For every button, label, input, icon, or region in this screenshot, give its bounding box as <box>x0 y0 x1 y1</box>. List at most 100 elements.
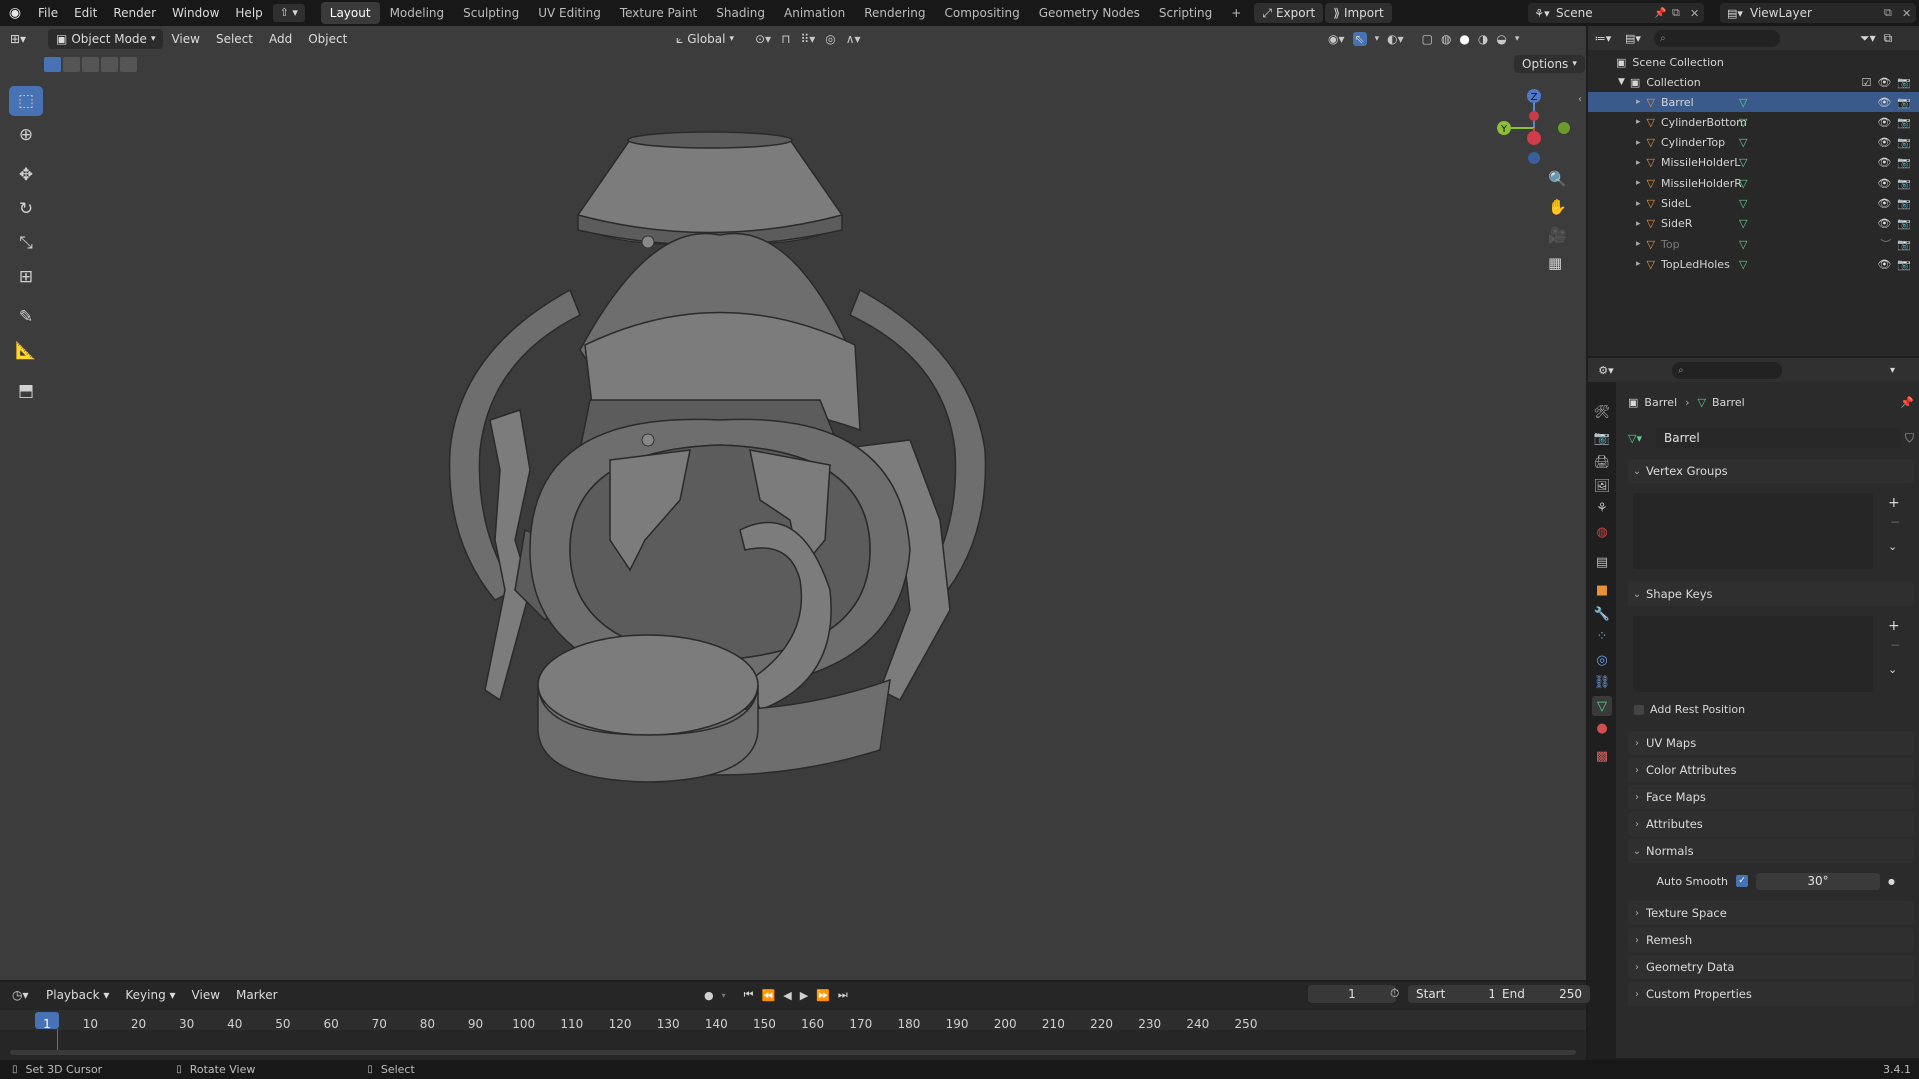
view-layer-tab-icon[interactable]: 🖼 <box>1592 476 1612 496</box>
object-tab-icon[interactable]: ■ <box>1592 580 1612 600</box>
timeline-scrollbar[interactable] <box>10 1050 1576 1055</box>
snap-tools[interactable]: ⊙▾ ⊓ ⠿▾ ◎ ∧▾ <box>755 29 861 49</box>
scene-selector[interactable]: ⚘▾ Scene 📌 ⧉ ✕ <box>1528 3 1704 23</box>
vertex-group-menu-icon[interactable]: ⌄ <box>1888 540 1897 553</box>
tab-texture-paint[interactable]: Texture Paint <box>611 2 706 24</box>
eye-icon[interactable]: 👁 <box>1877 197 1891 210</box>
mesh-data-icon[interactable]: ▽ <box>1739 238 1880 251</box>
shape-keys-list[interactable] <box>1633 616 1873 692</box>
select-new-icon[interactable] <box>44 57 61 72</box>
timeline-editor-icon[interactable]: ◷▾ <box>12 988 38 1002</box>
play-reverse-icon[interactable]: ◀ <box>783 989 791 1002</box>
new-scene-icon[interactable]: ⧉ <box>1672 6 1690 20</box>
eye-icon[interactable]: 👁 <box>1877 258 1891 271</box>
scene-tab-icon[interactable]: ⚘ <box>1592 498 1612 518</box>
render-tab-icon[interactable]: 📷 <box>1592 428 1612 448</box>
vertex-groups-list[interactable] <box>1633 493 1873 569</box>
chevron-right-icon[interactable]: ▸ <box>1636 117 1641 127</box>
chevron-down-icon[interactable]: ▾ <box>1515 34 1520 44</box>
select-invert-icon[interactable] <box>101 57 118 72</box>
outliner-object-row[interactable]: ▸ ▽ TopLedHoles ▽ 👁 📷 <box>1588 254 1919 274</box>
data-tab-icon[interactable]: ▽ <box>1592 696 1612 716</box>
face-maps-panel-header[interactable]: › Face Maps <box>1628 785 1914 809</box>
annotate-tool-icon[interactable]: ✎ <box>9 302 43 332</box>
menu-window[interactable]: Window <box>164 0 227 26</box>
stopwatch-icon[interactable]: ⏱ <box>1390 986 1399 1001</box>
eye-icon[interactable]: 👁 <box>1877 136 1891 149</box>
attributes-panel-header[interactable]: › Attributes <box>1628 812 1914 836</box>
menu-render[interactable]: Render <box>105 0 164 26</box>
eye-icon[interactable]: 👁 <box>1877 177 1891 190</box>
add-rest-position-row[interactable]: Add Rest Position <box>1634 703 1745 716</box>
tab-rendering[interactable]: Rendering <box>855 2 934 24</box>
export-button[interactable]: ⤢ Export <box>1254 3 1324 23</box>
camera-view-icon[interactable]: 🎥 <box>1548 226 1567 244</box>
uv-maps-panel-header[interactable]: › UV Maps <box>1628 731 1914 755</box>
pin-icon[interactable]: 📌 <box>1900 396 1914 409</box>
outliner-object-row[interactable]: ▸ ▽ MissileHolderL ▽ 👁 📷 <box>1588 153 1919 173</box>
cursor-tool-icon[interactable]: ⊕ <box>9 120 43 150</box>
mode-selector[interactable]: ▣ Object Mode ▾ <box>48 29 164 49</box>
menu-timeline-view[interactable]: View <box>184 984 228 1006</box>
outliner-object-row[interactable]: ▸ ▽ MissileHolderR ▽ 👁 📷 <box>1588 173 1919 193</box>
outliner-search-field[interactable]: ⌕ <box>1654 29 1780 47</box>
tab-modeling[interactable]: Modeling <box>381 2 454 24</box>
solid-shading-icon[interactable]: ● <box>1459 32 1469 46</box>
sidebar-toggle-icon[interactable]: ‹ <box>1578 94 1582 105</box>
model-barrel[interactable] <box>430 120 1190 950</box>
shape-key-menu-icon[interactable]: ⌄ <box>1888 663 1897 676</box>
outliner-object-row[interactable]: ▸ ▽ SideR ▽ 👁 📷 <box>1588 214 1919 234</box>
properties-search-field[interactable]: ⌕ <box>1672 361 1782 379</box>
outliner-object-row[interactable]: ▸ ▽ CylinderTop ▽ 👁 📷 <box>1588 133 1919 153</box>
auto-smooth-checkbox[interactable]: ✓ <box>1736 875 1748 887</box>
chevron-down-icon[interactable]: ▼ <box>1618 77 1625 87</box>
add-vertex-group-icon[interactable]: + <box>1888 495 1900 511</box>
geometry-data-panel-header[interactable]: › Geometry Data <box>1628 955 1914 979</box>
select-box-tool-icon[interactable]: ⬚ <box>9 86 43 116</box>
jump-end-icon[interactable]: ⏭ <box>838 988 848 1002</box>
camera-icon[interactable]: 📷 <box>1897 156 1911 169</box>
close-viewlayer-icon[interactable]: ✕ <box>1902 7 1916 20</box>
camera-icon[interactable]: 📷 <box>1897 136 1911 149</box>
camera-icon[interactable]: 📷 <box>1897 238 1911 251</box>
mesh-name-field[interactable]: Barrel <box>1656 428 1901 448</box>
auto-smooth-angle-field[interactable]: 30° <box>1756 872 1880 890</box>
custom-properties-panel-header[interactable]: › Custom Properties <box>1628 982 1914 1006</box>
editor-type-icon[interactable]: ⊞▾ <box>10 32 42 46</box>
camera-icon[interactable]: 📷 <box>1897 116 1911 129</box>
falloff-icon[interactable]: ∧▾ <box>846 32 861 46</box>
eye-icon[interactable]: 👁 <box>1877 217 1891 230</box>
tab-geometry-nodes[interactable]: Geometry Nodes <box>1030 2 1149 24</box>
camera-icon[interactable]: 📷 <box>1897 76 1911 89</box>
visibility-icon[interactable]: ◉▾ <box>1328 32 1345 46</box>
snap-icon[interactable]: ⊓ <box>781 32 790 46</box>
chevron-right-icon[interactable]: ▸ <box>1636 219 1641 229</box>
rendered-shading-icon[interactable]: ◒ <box>1496 32 1506 46</box>
menu-add[interactable]: Add <box>261 26 300 52</box>
pivot-icon[interactable]: ⊙▾ <box>755 32 771 46</box>
collection-tab-icon[interactable]: ▤ <box>1592 552 1612 572</box>
xray-icon[interactable]: ▢ <box>1422 32 1433 46</box>
collection-row[interactable]: ▼ ▣ Collection ☑ 👁 📷 <box>1588 72 1919 92</box>
mesh-data-icon[interactable]: ▽ <box>1739 116 1877 129</box>
select-extend-icon[interactable] <box>63 57 80 72</box>
move-tool-icon[interactable]: ✥ <box>9 160 43 190</box>
mesh-data-icon[interactable]: ▽ <box>1739 156 1877 169</box>
menu-help[interactable]: Help <box>227 0 270 26</box>
physics-tab-icon[interactable]: ◎ <box>1592 650 1612 670</box>
blender-logo-icon[interactable]: ◉ <box>0 5 30 21</box>
tab-layout[interactable]: Layout <box>320 2 380 24</box>
add-workspace-icon[interactable]: + <box>1222 2 1250 24</box>
next-keyframe-icon[interactable]: ⏩ <box>816 989 830 1002</box>
modifier-tab-icon[interactable]: 🔧 <box>1592 604 1612 624</box>
add-rest-position-checkbox[interactable] <box>1634 704 1644 715</box>
normals-panel-header[interactable]: ⌄ Normals <box>1628 839 1914 863</box>
outliner-editor-icon[interactable]: ≔▾ <box>1588 32 1618 45</box>
ortho-grid-icon[interactable]: ▦ <box>1548 254 1567 272</box>
chevron-right-icon[interactable]: ▸ <box>1636 259 1641 269</box>
chevron-right-icon[interactable]: ▸ <box>1636 239 1641 249</box>
material-tab-icon[interactable]: ● <box>1592 718 1612 738</box>
menu-object[interactable]: Object <box>300 26 355 52</box>
outliner-object-row[interactable]: ▸ ▽ CylinderBottom ▽ 👁 📷 <box>1588 112 1919 132</box>
texture-space-panel-header[interactable]: › Texture Space <box>1628 901 1914 925</box>
